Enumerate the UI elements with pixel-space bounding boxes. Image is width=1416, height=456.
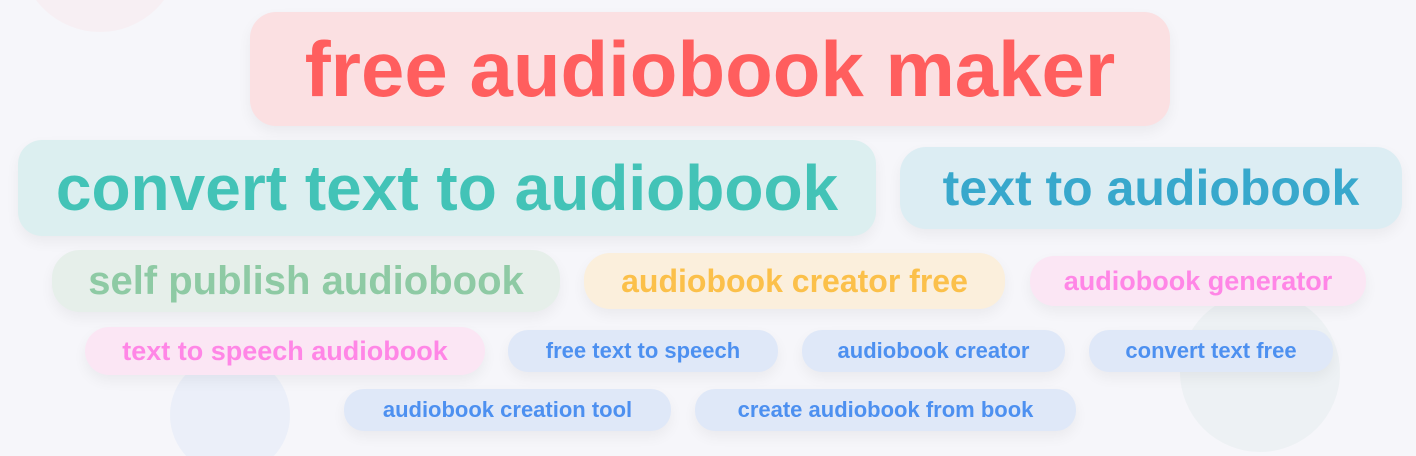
- decorative-circle: [20, 0, 180, 32]
- tag-convert-text-to-audiobook[interactable]: convert text to audiobook: [18, 140, 876, 236]
- tag-convert-text-free[interactable]: convert text free: [1089, 330, 1333, 372]
- tag-audiobook-generator[interactable]: audiobook generator: [1030, 256, 1366, 306]
- decorative-circle: [1180, 292, 1340, 452]
- keyword-cloud: free audiobook maker convert text to aud…: [0, 0, 1416, 456]
- tag-create-audiobook-from-book[interactable]: create audiobook from book: [695, 389, 1076, 431]
- tag-audiobook-creation-tool[interactable]: audiobook creation tool: [344, 389, 671, 431]
- tag-self-publish-audiobook[interactable]: self publish audiobook: [52, 250, 560, 312]
- tag-text-to-audiobook[interactable]: text to audiobook: [900, 147, 1402, 229]
- tag-text-to-speech-audiobook[interactable]: text to speech audiobook: [85, 327, 485, 375]
- tag-audiobook-creator[interactable]: audiobook creator: [802, 330, 1065, 372]
- tag-free-text-to-speech[interactable]: free text to speech: [508, 330, 778, 372]
- tag-audiobook-creator-free[interactable]: audiobook creator free: [584, 253, 1005, 309]
- tag-free-audiobook-maker[interactable]: free audiobook maker: [250, 12, 1170, 126]
